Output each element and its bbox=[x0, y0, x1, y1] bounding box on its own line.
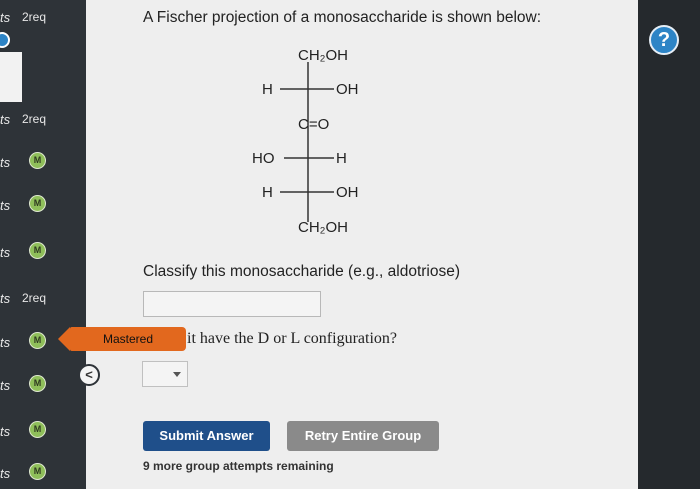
question-intro: A Fischer projection of a monosaccharide… bbox=[143, 9, 542, 26]
attempts-remaining: 9 more group attempts remaining bbox=[143, 459, 334, 473]
sidebar-item-points: ts bbox=[0, 466, 11, 481]
fischer-row3-left: HO bbox=[252, 150, 275, 167]
retry-group-button[interactable]: Retry Entire Group bbox=[287, 421, 439, 451]
sidebar-item-points: ts bbox=[0, 378, 11, 393]
collapse-sidebar-button[interactable]: < bbox=[78, 364, 100, 386]
sidebar-item-8[interactable]: ts M bbox=[0, 375, 86, 418]
sidebar-item-3[interactable]: ts M bbox=[0, 152, 86, 195]
sidebar-item-requirement: 2req bbox=[22, 112, 47, 126]
mastered-badge-icon: M bbox=[29, 152, 46, 169]
classify-answer-input[interactable] bbox=[143, 291, 321, 317]
mastered-badge-icon: M bbox=[29, 463, 46, 480]
mastered-tag: Mastered bbox=[58, 327, 186, 351]
sidebar-item-points: ts bbox=[0, 335, 11, 350]
sidebar-item-points: ts bbox=[0, 112, 11, 127]
sidebar-item-6[interactable]: ts 2req bbox=[0, 291, 86, 331]
sidebar-item-5[interactable]: ts M bbox=[0, 242, 86, 285]
fischer-row4-left: H bbox=[262, 184, 273, 201]
mastered-badge-icon: M bbox=[29, 375, 46, 392]
help-icon[interactable]: ? bbox=[649, 25, 679, 55]
right-toolbar bbox=[638, 0, 700, 489]
fischer-row3-right: H bbox=[336, 150, 347, 167]
sidebar-item-4[interactable]: ts M bbox=[0, 195, 86, 238]
configuration-select[interactable] bbox=[142, 361, 188, 387]
mastered-badge-icon: M bbox=[29, 421, 46, 438]
sidebar-item-points: ts bbox=[0, 245, 11, 260]
classify-prompt: Classify this monosaccharide (e.g., aldo… bbox=[143, 263, 461, 280]
fischer-row1-right: OH bbox=[336, 81, 359, 98]
mastered-tag-label: Mastered bbox=[70, 327, 186, 351]
sidebar-item-points: ts bbox=[0, 198, 11, 213]
sidebar-item-2[interactable]: ts 2req bbox=[0, 112, 86, 152]
sidebar-item-requirement: 2req bbox=[22, 291, 47, 305]
fischer-row4-right: OH bbox=[336, 184, 359, 201]
fischer-bottom-group: CH₂OH bbox=[298, 219, 348, 236]
mastered-badge-icon: M bbox=[29, 332, 46, 349]
fischer-projection: CH₂OH H OH C=O HO H H OH CH₂OH bbox=[252, 47, 359, 236]
assignment-sidebar: ts 2req ts 2req ts M ts M ts M ts 2req t… bbox=[0, 0, 86, 489]
sidebar-item-points: ts bbox=[0, 291, 11, 306]
sidebar-item-1[interactable]: ts 2req bbox=[0, 10, 86, 50]
fischer-top-group: CH₂OH bbox=[298, 47, 348, 64]
sidebar-item-points: ts bbox=[0, 424, 11, 439]
sidebar-item-points: ts bbox=[0, 10, 11, 25]
chevron-down-icon bbox=[173, 372, 181, 377]
fischer-row1-left: H bbox=[262, 81, 273, 98]
sidebar-panel-top bbox=[0, 52, 22, 102]
config-prompt: it have the D or L configuration? bbox=[187, 330, 397, 347]
sidebar-item-10[interactable]: ts M bbox=[0, 463, 86, 489]
fischer-carbonyl: C=O bbox=[298, 116, 329, 133]
mastered-badge-icon: M bbox=[29, 242, 46, 259]
sidebar-item-points: ts bbox=[0, 155, 11, 170]
sidebar-item-9[interactable]: ts M bbox=[0, 421, 86, 464]
mastered-badge-icon: M bbox=[29, 195, 46, 212]
submit-answer-button[interactable]: Submit Answer bbox=[143, 421, 270, 451]
mastered-tag-arrow bbox=[58, 327, 70, 351]
sidebar-item-requirement: 2req bbox=[22, 10, 47, 24]
